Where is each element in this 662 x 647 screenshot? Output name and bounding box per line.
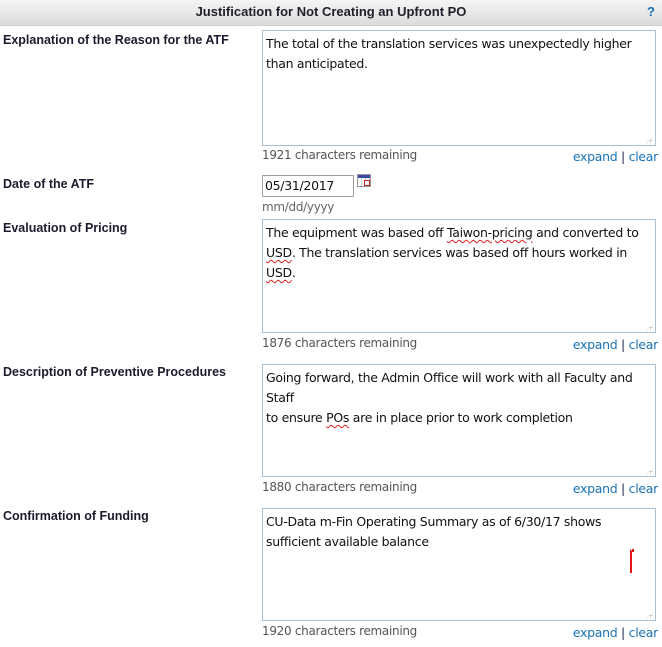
funding-char-counter: 1920 characters remaining xyxy=(262,624,417,638)
preventive-clear-link[interactable]: clear xyxy=(629,481,659,496)
funding-text: CU-Data m-Fin Operating Summary as of 6/… xyxy=(266,514,602,549)
pricing-expand-link[interactable]: expand xyxy=(573,337,618,352)
pricing-actions: expand | clear xyxy=(573,337,658,352)
resize-grip-icon[interactable] xyxy=(646,467,653,474)
pricing-char-counter: 1876 characters remaining xyxy=(262,336,417,350)
pricing-label: Evaluation of Pricing xyxy=(3,221,128,235)
explanation-textarea[interactable]: The total of the translation services wa… xyxy=(262,30,656,146)
date-label: Date of the ATF xyxy=(3,177,94,191)
separator: | xyxy=(621,625,625,640)
separator: | xyxy=(621,481,625,496)
explanation-actions: expand | clear xyxy=(573,149,658,164)
pricing-text: The equipment was based off Taiwon-prici… xyxy=(266,225,639,280)
preventive-textarea[interactable]: Going forward, the Admin Office will wor… xyxy=(262,364,656,477)
explanation-expand-link[interactable]: expand xyxy=(573,149,618,164)
preventive-actions: expand | clear xyxy=(573,481,658,496)
funding-label: Confirmation of Funding xyxy=(3,509,149,523)
section-title: Justification for Not Creating an Upfron… xyxy=(195,4,467,19)
date-input[interactable]: 05/31/2017 xyxy=(262,175,354,197)
funding-expand-link[interactable]: expand xyxy=(573,625,618,640)
separator: | xyxy=(621,149,625,164)
pricing-clear-link[interactable]: clear xyxy=(629,337,659,352)
explanation-char-counter: 1921 characters remaining xyxy=(262,148,417,162)
funding-clear-link[interactable]: clear xyxy=(629,625,659,640)
funding-actions: expand | clear xyxy=(573,625,658,640)
text-cursor-icon xyxy=(630,549,635,573)
explanation-label: Explanation of the Reason for the ATF xyxy=(3,33,229,47)
preventive-text: Going forward, the Admin Office will wor… xyxy=(266,370,633,425)
preventive-expand-link[interactable]: expand xyxy=(573,481,618,496)
calendar-icon[interactable] xyxy=(357,174,371,187)
section-header: Justification for Not Creating an Upfron… xyxy=(0,0,662,26)
date-format-hint: mm/dd/yyyy xyxy=(262,200,335,214)
explanation-text: The total of the translation services wa… xyxy=(266,36,632,71)
resize-grip-icon[interactable] xyxy=(646,323,653,330)
resize-grip-icon[interactable] xyxy=(646,136,653,143)
pricing-textarea[interactable]: The equipment was based off Taiwon-prici… xyxy=(262,219,656,333)
help-icon[interactable]: ? xyxy=(647,4,655,19)
preventive-label: Description of Preventive Procedures xyxy=(3,365,226,379)
separator: | xyxy=(621,337,625,352)
funding-textarea[interactable]: CU-Data m-Fin Operating Summary as of 6/… xyxy=(262,508,656,621)
explanation-clear-link[interactable]: clear xyxy=(629,149,659,164)
resize-grip-icon[interactable] xyxy=(646,611,653,618)
preventive-char-counter: 1880 characters remaining xyxy=(262,480,417,494)
